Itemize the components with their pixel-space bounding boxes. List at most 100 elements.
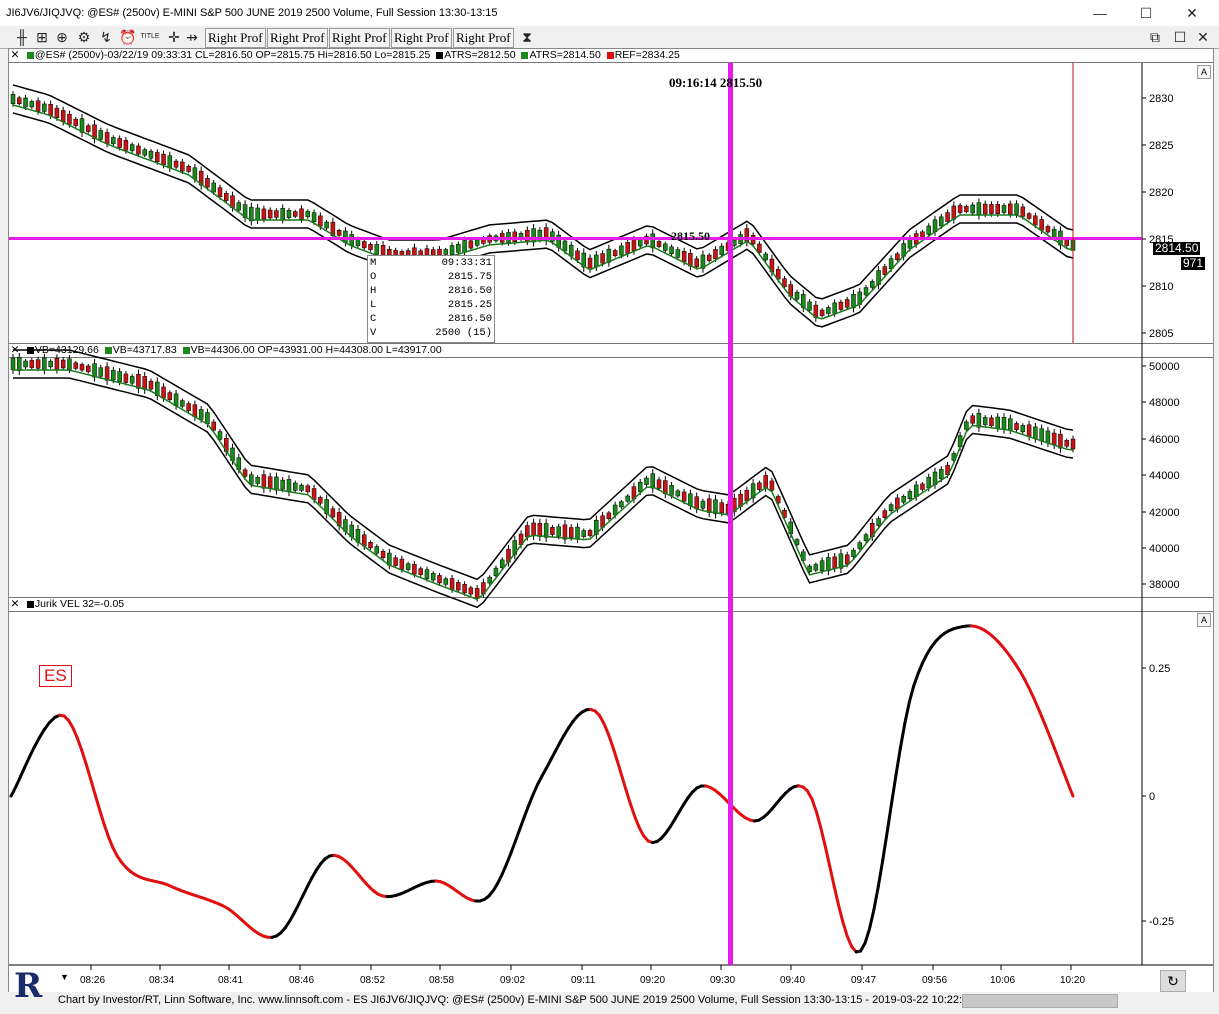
x-axis-label: 09:40 <box>780 975 805 986</box>
down-candle <box>744 490 750 502</box>
right-prof-button-4[interactable]: Right Prof <box>391 28 452 48</box>
title-icon[interactable]: TITLE <box>140 28 160 46</box>
up-candle <box>926 476 931 489</box>
cursor-vertical-line[interactable] <box>728 63 733 965</box>
jurik-line-segment <box>89 777 97 796</box>
y-axis-label: 46000 <box>1149 434 1180 446</box>
up-candle <box>1045 430 1051 444</box>
up-candle <box>531 228 536 243</box>
right-prof-button-5[interactable]: Right Prof <box>453 28 514 48</box>
jurik-line-segment <box>513 827 522 843</box>
down-candle <box>186 403 191 411</box>
zoom-icon[interactable]: ⊕ <box>52 28 72 46</box>
data-window-value: 2500 (15) <box>435 327 492 339</box>
bars-icon[interactable]: ╫ <box>12 28 32 46</box>
down-candle <box>86 125 91 132</box>
down-candle <box>575 250 580 261</box>
up-candle <box>901 496 906 503</box>
x-axis-label: 08:46 <box>289 975 314 986</box>
jurik-line-segment <box>84 762 93 781</box>
refresh-icon[interactable]: ↻ <box>1160 970 1186 992</box>
maximize-button[interactable]: ☐ <box>1123 2 1169 24</box>
up-candle <box>198 409 204 420</box>
jurik-line-segment <box>1022 677 1031 691</box>
up-candle <box>1001 417 1007 430</box>
down-candle <box>86 365 91 372</box>
data-window-row: H 2816.50 <box>368 284 494 298</box>
marker-icon[interactable]: ↯ <box>96 28 116 46</box>
data-window-key: C <box>370 313 377 325</box>
right-prof-button-3[interactable]: Right Prof <box>329 28 390 48</box>
down-candle <box>832 556 837 569</box>
minimize-button[interactable]: — <box>1077 2 1123 24</box>
down-candle <box>167 392 173 400</box>
candles-icon[interactable]: ⊞ <box>32 28 52 46</box>
down-candle <box>117 138 122 148</box>
up-candle <box>819 560 825 571</box>
price-pane[interactable]: 283028252820281528102805 <box>10 84 1173 340</box>
scroll-left-icon[interactable]: ▼ <box>60 972 70 982</box>
cursor-horizontal-line[interactable] <box>9 237 1142 240</box>
jurik-line-segment <box>863 927 871 945</box>
down-candle <box>769 480 775 491</box>
down-candle <box>48 104 53 116</box>
down-candle <box>882 266 888 275</box>
y-axis-label: 0 <box>1149 791 1155 803</box>
pane1-scale-button[interactable]: A <box>1197 65 1211 79</box>
down-candle <box>155 152 160 163</box>
clock-icon[interactable]: ⏰ <box>118 28 138 46</box>
inner-close-icon[interactable]: ✕ <box>1193 28 1213 46</box>
volume-bar-pane[interactable]: 50000 48000 46000 44000 42000 40000 38000 <box>10 349 1180 609</box>
horizontal-scrollbar[interactable] <box>962 994 1118 1008</box>
down-candle <box>474 588 480 599</box>
right-prof-button-1[interactable]: Right Prof <box>205 28 266 48</box>
close-button[interactable]: ✕ <box>1169 2 1215 24</box>
restore-icon[interactable]: ⧉ <box>1145 28 1165 46</box>
up-candle <box>349 234 354 246</box>
down-candle <box>380 551 386 559</box>
down-candle <box>299 208 304 220</box>
up-candle <box>675 249 681 258</box>
jurik-line-segment <box>814 810 823 830</box>
band-inner-line <box>12 104 1074 320</box>
up-candle <box>10 357 16 371</box>
down-candle <box>368 542 373 549</box>
up-candle <box>117 371 122 383</box>
inner-maximize-icon[interactable]: ☐ <box>1170 28 1190 46</box>
hourglass-icon[interactable]: ⧗ <box>517 28 537 46</box>
jurik-line-segment <box>890 773 898 805</box>
pane3-scale-button[interactable]: A <box>1197 613 1211 627</box>
up-candle <box>98 367 104 377</box>
down-candle <box>412 563 417 575</box>
down-candle <box>192 404 198 418</box>
down-candle <box>368 244 373 251</box>
up-candle <box>594 254 599 268</box>
down-candle <box>242 469 248 477</box>
down-candle <box>537 523 543 537</box>
up-candle <box>970 204 975 214</box>
up-candle <box>236 202 242 211</box>
down-candle <box>920 231 925 238</box>
jurik-line-segment <box>301 884 309 897</box>
up-candle <box>807 301 812 311</box>
down-candle <box>995 204 1000 214</box>
y-axis-label: 0.25 <box>1149 663 1170 675</box>
jurik-line-segment <box>611 745 619 763</box>
down-candle <box>550 527 555 535</box>
gear-icon[interactable]: ⚙ <box>74 28 94 46</box>
down-candle <box>706 254 712 261</box>
up-candle <box>851 549 856 557</box>
jurik-pane[interactable]: 0.25 0 -0.25 <box>9 624 1174 954</box>
up-candle <box>343 230 348 243</box>
down-candle <box>29 360 35 368</box>
chart-plots[interactable]: 283028252820281528102805 500004800046000… <box>9 49 1213 993</box>
expand-icon[interactable]: ⇸ <box>182 28 202 46</box>
crosshair-icon[interactable]: ✛ <box>164 28 184 46</box>
up-candle <box>625 495 630 502</box>
up-candle <box>543 523 549 538</box>
down-candle <box>989 204 994 214</box>
up-candle <box>299 484 304 491</box>
jurik-line-segment <box>841 920 849 938</box>
up-candle <box>493 567 499 577</box>
right-prof-button-2[interactable]: Right Prof <box>267 28 328 48</box>
